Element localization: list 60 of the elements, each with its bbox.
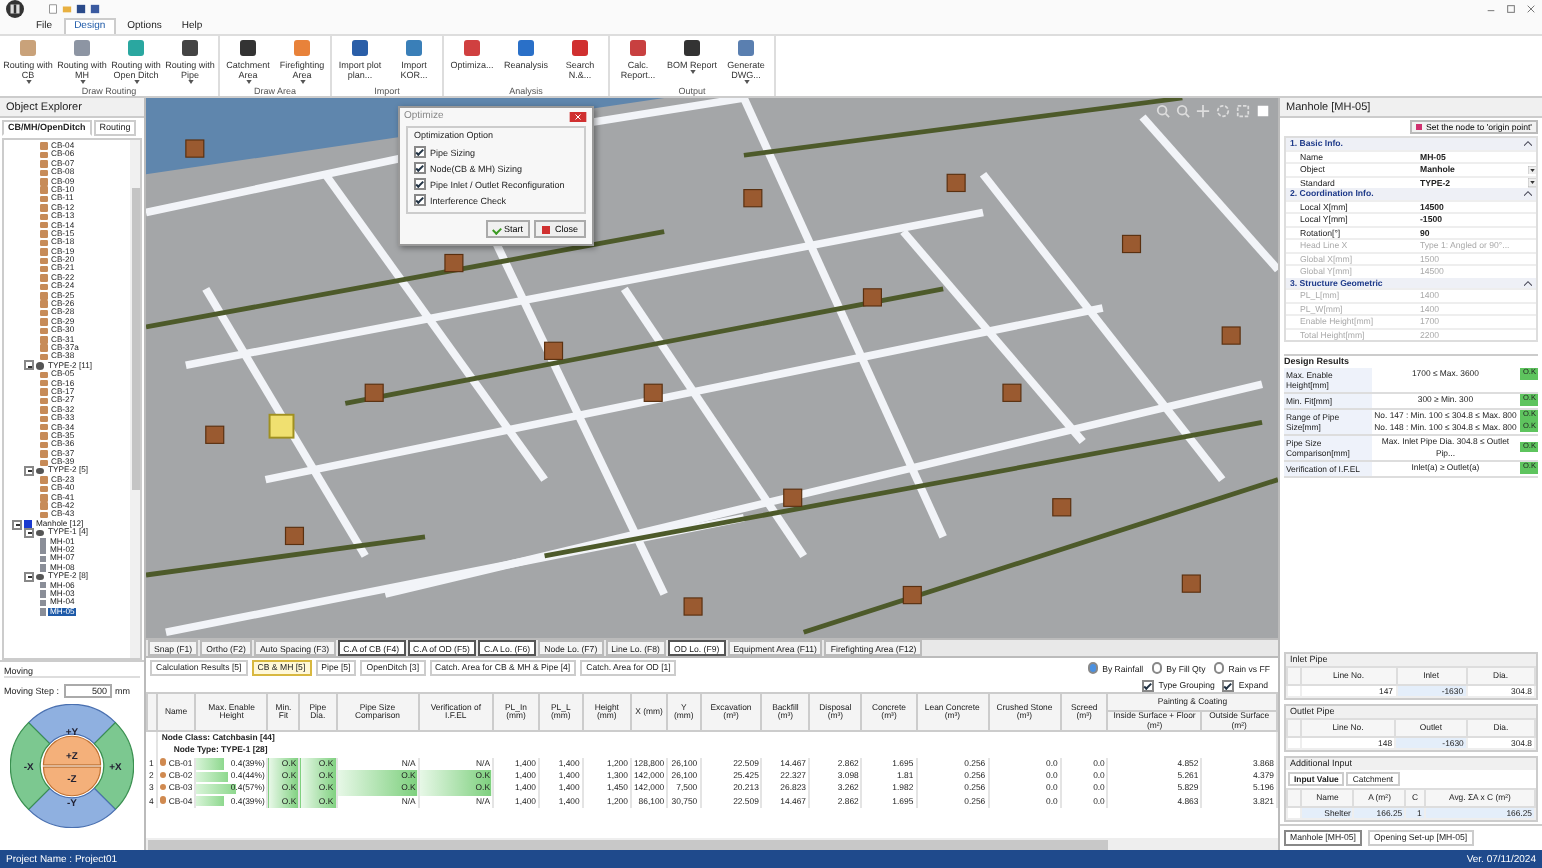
tool-icon <box>238 38 258 58</box>
caret-icon <box>187 80 193 84</box>
close-icon <box>542 225 551 233</box>
expander-icon[interactable] <box>24 571 34 582</box>
tool-icon <box>18 38 38 58</box>
close-icon[interactable] <box>1526 4 1536 14</box>
radio-button[interactable] <box>1151 662 1163 674</box>
new-file-icon[interactable] <box>48 4 58 14</box>
maximize-icon[interactable] <box>1506 4 1516 14</box>
save-icon[interactable] <box>76 4 86 14</box>
checkbox[interactable] <box>414 178 426 190</box>
caret-icon <box>25 80 31 84</box>
caret-icon <box>133 80 139 84</box>
checkbox[interactable] <box>414 162 426 174</box>
expander-icon[interactable] <box>12 519 22 529</box>
save-all-icon[interactable] <box>90 4 100 14</box>
checkmark-icon <box>492 224 502 234</box>
node-type-icon <box>36 467 44 475</box>
collapse-icon[interactable] <box>1524 279 1532 286</box>
scrollbar[interactable] <box>130 140 140 658</box>
checkbox[interactable] <box>414 146 426 158</box>
tool-icon <box>628 38 648 58</box>
tool-icon <box>292 38 312 58</box>
node-type-icon <box>36 529 44 537</box>
dropdown-icon[interactable] <box>1527 165 1536 174</box>
caret-icon <box>245 80 251 84</box>
pin-icon <box>1415 124 1422 130</box>
checkbox[interactable] <box>414 194 426 206</box>
tool-icon <box>404 38 424 58</box>
expander-icon[interactable] <box>24 527 34 538</box>
radio-button[interactable] <box>1087 662 1099 674</box>
tool-icon <box>126 38 146 58</box>
scrollbar[interactable] <box>146 838 1278 850</box>
expander-icon[interactable] <box>24 360 34 371</box>
node-class-icon <box>24 519 32 528</box>
checkbox[interactable] <box>1222 679 1235 691</box>
tool-icon <box>516 38 536 58</box>
caret-icon <box>299 80 305 84</box>
collapse-icon[interactable] <box>1524 190 1532 197</box>
minimize-icon[interactable] <box>1486 4 1496 14</box>
caret-icon <box>743 80 749 84</box>
dropdown-icon[interactable] <box>1527 178 1536 187</box>
app-logo-icon <box>6 0 24 18</box>
close-icon[interactable] <box>568 111 588 121</box>
tool-icon <box>682 38 702 58</box>
radio-button[interactable] <box>1213 662 1225 674</box>
tool-icon <box>180 38 200 58</box>
collapse-icon[interactable] <box>1524 140 1532 147</box>
tool-icon <box>350 38 370 58</box>
node-type-icon <box>36 362 44 370</box>
tool-icon <box>72 38 92 58</box>
tool-icon <box>736 38 756 58</box>
tool-icon <box>462 38 482 58</box>
tool-icon <box>570 38 590 58</box>
caret-icon <box>79 80 85 84</box>
caret-icon <box>689 70 695 74</box>
checkbox[interactable] <box>1142 679 1155 691</box>
expander-icon[interactable] <box>24 466 34 477</box>
pipe-network-drawing[interactable] <box>146 98 1278 638</box>
node-type-icon <box>36 573 44 581</box>
